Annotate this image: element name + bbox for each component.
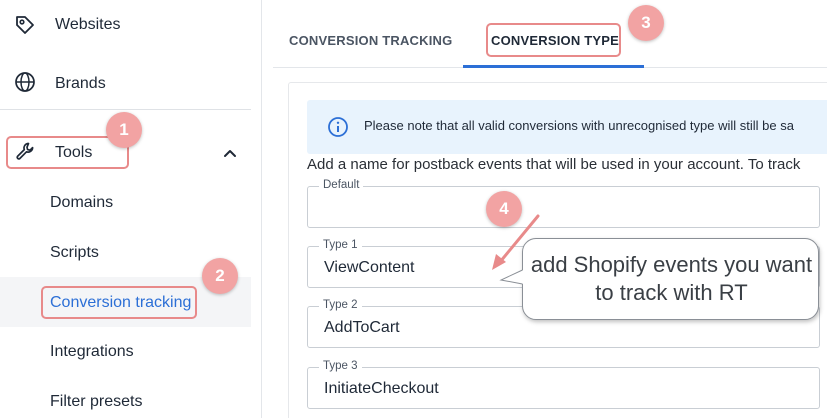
tab-conversion-tracking[interactable]: CONVERSION TRACKING [289,33,452,48]
sidebar-item-label: Brands [55,75,106,92]
active-tab-indicator [463,65,644,68]
field-label: Type 1 [319,239,362,251]
sidebar-subitem-filter-presets[interactable]: Filter presets [50,393,142,411]
callout-tail [499,269,523,285]
sidebar-item-brands[interactable]: Brands [0,68,251,98]
field-value: ViewContent [324,259,415,276]
globe-icon [13,70,37,94]
sidebar-subitem-domains[interactable]: Domains [50,194,113,212]
annotation-callout: add Shopify events you want to track wit… [522,238,819,320]
sidebar-subitem-scripts[interactable]: Scripts [50,244,99,262]
annotation-badge-3: 3 [628,5,664,41]
annotation-outline-conversion-tracking [41,286,197,319]
helper-text: Add a name for postback events that will… [307,156,801,173]
annotation-outline-conversion-type [486,23,621,57]
sidebar: Websites Brands Tools Domains Scripts Co… [0,0,262,418]
field-label: Type 2 [319,299,362,311]
tag-icon [13,13,37,37]
chevron-up-icon[interactable] [222,146,238,160]
field-value: AddToCart [324,319,400,336]
sidebar-divider [0,109,251,110]
default-type-field[interactable]: Default [307,179,820,228]
sidebar-subitem-integrations[interactable]: Integrations [50,343,134,361]
field-label: Default [319,179,364,191]
sidebar-item-label: Websites [55,16,121,33]
field-label: Type 3 [319,360,362,372]
info-icon [328,117,348,137]
annotation-badge-1: 1 [106,112,142,148]
type-3-field[interactable]: Type 3 InitiateCheckout [307,360,820,409]
sidebar-item-websites[interactable]: Websites [0,10,251,40]
annotation-badge-2: 2 [202,258,238,294]
alert-text: Please note that all valid conversions w… [364,118,794,133]
callout-text: add Shopify events you want to track wit… [530,252,813,305]
field-value: InitiateCheckout [324,380,439,397]
